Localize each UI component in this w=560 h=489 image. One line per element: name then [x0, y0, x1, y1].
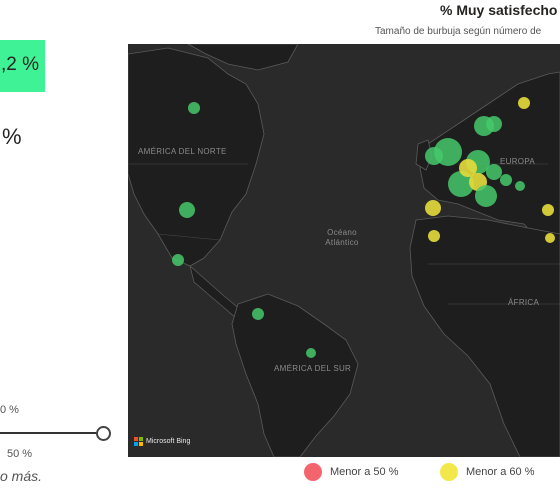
bubble-usa[interactable] [179, 202, 195, 218]
bubble-finland[interactable] [486, 116, 502, 132]
bubble-italy[interactable] [475, 185, 497, 207]
slider-tick-label: 0 % [0, 404, 19, 416]
land-south-america [231, 293, 359, 457]
legend-yellow-dot-icon [440, 463, 458, 481]
bubble-map[interactable]: AMÉRICA DEL NORTE AMÉRICA DEL SUR EUROPA… [128, 44, 560, 457]
bubble-colombia[interactable] [252, 308, 264, 320]
legend-label-mid: Menor a 60 % [466, 466, 535, 478]
microsoft-logo-icon [134, 437, 143, 446]
map-canvas [128, 44, 560, 457]
bing-attribution-text: Microsoft Bing [146, 438, 191, 445]
bubble-norway[interactable] [518, 97, 530, 109]
legend-label-low: Menor a 50 % [330, 466, 399, 478]
footnote: o más. [0, 468, 43, 484]
label-europe: EUROPA [500, 157, 535, 166]
map-subtitle: Tamaño de burbuja según número de [375, 26, 542, 37]
bubble-spain[interactable] [425, 200, 441, 216]
bubble-mexico[interactable] [172, 254, 184, 266]
bubble-netherlands[interactable] [434, 138, 462, 166]
label-africa: ÁFRICA [508, 298, 540, 307]
slider-min-label: 50 % [7, 448, 33, 460]
bubble-hungary[interactable] [515, 181, 525, 191]
legend-item-low[interactable]: Menor a 50 % [304, 463, 398, 481]
bubble-turkey[interactable] [545, 233, 555, 243]
label-south-america: AMÉRICA DEL SUR [274, 364, 352, 373]
label-ocean: Océano Atlántico [325, 228, 359, 247]
percent-symbol: % [2, 124, 22, 149]
bubble-poland[interactable] [500, 174, 512, 186]
bubble-morocco[interactable] [428, 230, 440, 242]
legend-red-dot-icon [304, 463, 322, 481]
map-title: % Muy satisfecho [440, 2, 558, 18]
label-north-america: AMÉRICA DEL NORTE [138, 147, 227, 156]
legend-item-mid[interactable]: Menor a 60 % [440, 463, 534, 481]
kpi-value: ,2 % [0, 54, 39, 75]
kpi-card: ,2 % [0, 40, 45, 92]
bubble-greece[interactable] [542, 204, 554, 216]
land-north-america [128, 47, 265, 267]
slider-thumb[interactable] [96, 426, 111, 441]
bubble-czech[interactable] [486, 164, 502, 180]
bing-attribution: Microsoft Bing [134, 437, 190, 446]
land-africa [409, 215, 560, 457]
bubble-brazil[interactable] [306, 348, 316, 358]
slider-track[interactable] [0, 432, 104, 434]
bubble-canada[interactable] [188, 102, 200, 114]
